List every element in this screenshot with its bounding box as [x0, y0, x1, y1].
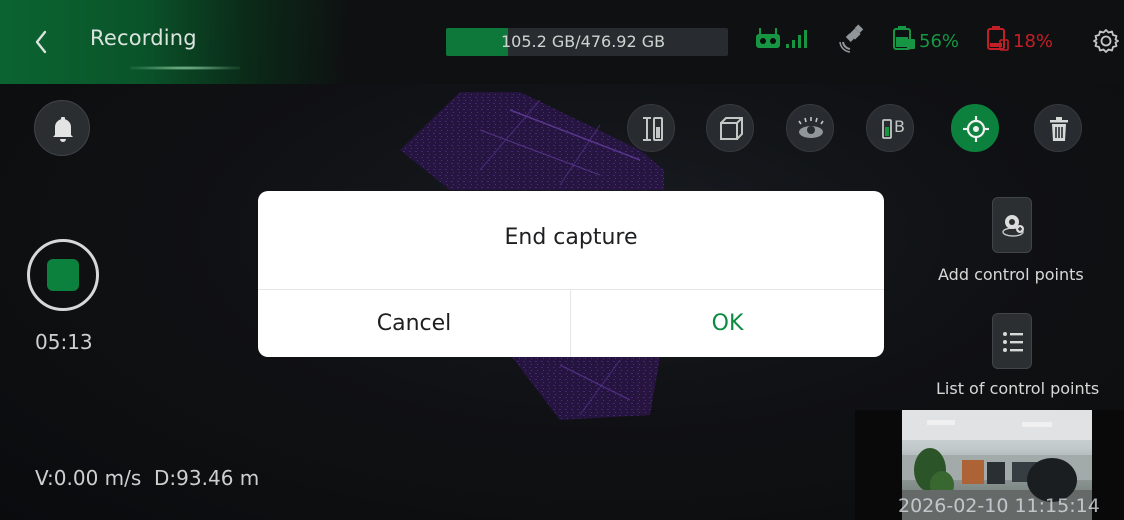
cancel-button[interactable]: Cancel [258, 290, 570, 357]
ok-button[interactable]: OK [571, 290, 884, 357]
dialog-title: End capture [504, 225, 638, 250]
recording-screen: Recording 105.2 GB/476.92 GB 56% 18% 05:… [0, 0, 1124, 520]
end-capture-dialog: End capture Cancel OK [258, 191, 884, 357]
